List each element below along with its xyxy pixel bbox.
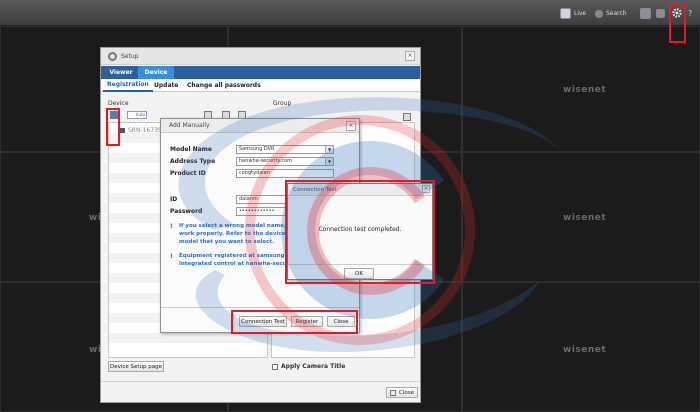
tab-device[interactable]: Device xyxy=(138,66,174,79)
setup-sub-tabs: Registration Update Change all passwords xyxy=(101,79,420,92)
model-name-select[interactable]: Samsung DVR ▼ xyxy=(236,145,334,154)
apply-camera-title-label: Apply Camera Title xyxy=(281,363,346,370)
auto-search-icon[interactable]: Auto xyxy=(127,111,147,119)
close-icon[interactable]: × xyxy=(405,51,415,61)
recorder-icon xyxy=(119,128,125,133)
group-label: Group xyxy=(273,100,292,107)
live-icon xyxy=(560,8,571,19)
chevron-down-icon: ▼ xyxy=(325,158,333,165)
wisenet-logo: wisenet xyxy=(563,213,607,223)
device-setup-page-button[interactable]: Device Setup page xyxy=(108,361,164,372)
connection-test-dialog: Connection Test × Connection test comple… xyxy=(287,183,433,280)
search-icon xyxy=(595,9,603,18)
note-line: Equipment registered at samsungipo xyxy=(179,253,295,259)
product-id-label: Product ID xyxy=(170,170,206,177)
setup-close-label: Close xyxy=(399,389,414,396)
add-manually-close-button[interactable]: Close xyxy=(327,316,355,327)
chevron-down-icon: ▼ xyxy=(325,146,333,153)
live-button[interactable]: Live xyxy=(560,7,586,20)
tab-viewer[interactable]: Viewer xyxy=(105,66,137,79)
password-label: Password xyxy=(170,208,203,215)
wisenet-logo: wisenet xyxy=(563,345,607,355)
add-manually-icon[interactable] xyxy=(110,111,118,119)
add-manually-title: Add Manually xyxy=(161,119,359,133)
id-value: daianm xyxy=(239,196,258,202)
address-type-select[interactable]: hanwha-security.com ▼ xyxy=(236,157,334,166)
setup-button[interactable] xyxy=(671,6,683,19)
note-line: model that you want to select. xyxy=(179,239,275,245)
setup-title: Setup xyxy=(121,52,139,60)
live-label: Live xyxy=(574,10,587,17)
window-button[interactable] xyxy=(656,7,668,20)
camera-tile[interactable]: wisenet xyxy=(462,282,700,412)
setup-close-button[interactable]: Close xyxy=(386,387,418,398)
connection-test-message: Connection test completed. xyxy=(318,226,402,233)
setup-title-bar: Setup xyxy=(101,48,420,65)
password-value: •••••••••••• xyxy=(239,208,275,214)
layout-button[interactable] xyxy=(640,7,654,20)
address-type-label: Address Type xyxy=(170,158,216,165)
equipment-note: Equipment registered at samsungipo integ… xyxy=(179,252,299,268)
camera-tile[interactable]: wisenet xyxy=(462,152,700,282)
delete-icon[interactable] xyxy=(403,113,411,121)
close-icon[interactable]: × xyxy=(422,185,430,193)
close-icon xyxy=(390,389,396,396)
top-toolbar: Live Search ? xyxy=(0,0,700,26)
model-warning-note: If you select a wrong model name, it m w… xyxy=(179,222,299,246)
note-line: If you select a wrong model name, it m xyxy=(179,223,299,229)
apply-camera-title-checkbox[interactable] xyxy=(272,363,278,370)
gear-icon xyxy=(672,7,682,18)
device-label: Device xyxy=(108,100,129,107)
info-icon: ! xyxy=(170,253,173,260)
product-id-value: congtydaien xyxy=(239,170,270,176)
register-button[interactable]: Register xyxy=(291,316,323,327)
note-line: work properly. Refer to the device m xyxy=(179,231,293,237)
model-name-value: Samsung DVR xyxy=(239,146,275,152)
help-button[interactable]: ? xyxy=(688,7,692,20)
layout-icon xyxy=(640,8,651,19)
connection-test-title: Connection Test xyxy=(288,184,432,196)
tab-change-all-passwords[interactable]: Change all passwords xyxy=(183,79,265,92)
help-icon: ? xyxy=(688,9,693,18)
auto-label: Auto xyxy=(135,112,145,117)
tab-registration[interactable]: Registration xyxy=(103,79,153,92)
connection-test-button[interactable]: Connection Test xyxy=(239,316,287,327)
model-name-label: Model Name xyxy=(170,146,212,153)
info-icon: ! xyxy=(170,223,173,230)
id-label: ID xyxy=(170,196,178,203)
camera-tile[interactable]: wisenet xyxy=(462,26,700,152)
wisenet-logo: wisenet xyxy=(563,85,607,95)
close-icon[interactable]: × xyxy=(346,121,356,131)
window-icon xyxy=(656,9,665,18)
search-label: Search xyxy=(606,10,627,17)
gear-icon xyxy=(108,51,117,61)
setup-main-tabs: Viewer Device xyxy=(101,66,420,79)
product-id-input[interactable]: congtydaien xyxy=(236,169,334,178)
list-item[interactable]: SRN-1673S_ xyxy=(119,127,165,134)
note-line: integrated control at hanwha-securit xyxy=(179,261,294,267)
tab-update[interactable]: Update xyxy=(150,79,182,92)
ok-button[interactable]: OK xyxy=(344,268,374,279)
address-type-value: hanwha-security.com xyxy=(239,158,293,164)
apply-camera-title-option[interactable]: Apply Camera Title xyxy=(272,363,345,370)
search-button[interactable]: Search xyxy=(595,7,627,20)
